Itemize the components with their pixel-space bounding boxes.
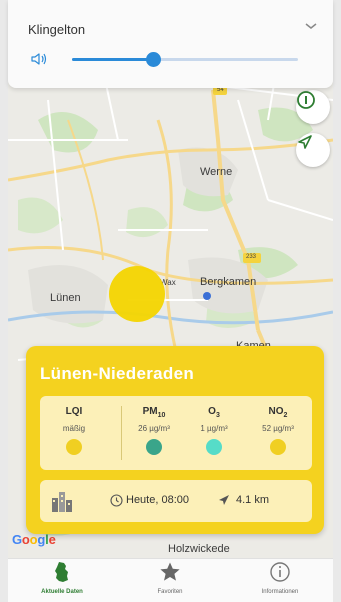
map-label-holzwickede: Holzwickede (168, 543, 230, 555)
value-text: mäßig (62, 424, 86, 433)
station-distance: 4.1 km (236, 494, 270, 506)
map-label-bergkamen: Bergkamen (200, 276, 257, 288)
value-o3: O3 1 µg/m³ (184, 406, 244, 455)
status-dot (270, 439, 286, 455)
nav-label-information: Informationen (261, 589, 299, 595)
locate-button[interactable] (296, 133, 330, 167)
value-text: 26 µg/m³ (138, 424, 170, 433)
volume-title: Klingelton (28, 22, 86, 37)
value-text: 52 µg/m³ (262, 424, 294, 433)
volume-slider-thumb[interactable] (146, 52, 162, 67)
value-no2: NO2 52 µg/m³ (248, 406, 308, 455)
status-dot (66, 439, 82, 455)
station-card[interactable]: Lünen-Niederaden LQI mäßig PM10 26 µg/m³… (26, 346, 324, 534)
pollutant-values-box: LQI mäßig PM10 26 µg/m³ O3 1 µg/m³ NO2 5… (40, 396, 312, 470)
nav-item-favorites[interactable]: Favoriten (120, 561, 220, 601)
value-label: NO2 (268, 406, 288, 419)
nav-item-information[interactable]: Informationen (230, 561, 330, 601)
volume-slider-fill (72, 58, 154, 61)
road-shield-233-label: 233 (246, 254, 257, 260)
distance-arrow-icon (219, 495, 229, 505)
status-dot (206, 439, 222, 455)
info-icon (297, 91, 315, 109)
value-label: O3 (208, 406, 220, 419)
germany-map-icon (55, 562, 68, 582)
nav-item-current-data[interactable]: Aktuelle Daten (12, 561, 112, 601)
value-pm10: PM10 26 µg/m³ (124, 406, 184, 455)
chevron-down-icon[interactable] (303, 20, 319, 32)
speaker-icon[interactable] (30, 50, 48, 68)
volume-slider[interactable] (72, 52, 298, 67)
star-icon (160, 562, 180, 581)
station-info-box: Heute, 08:00 4.1 km (40, 480, 312, 522)
status-dot (146, 439, 162, 455)
location-arrow-icon (298, 135, 312, 149)
clock-icon (110, 494, 123, 507)
nav-label-favorites: Favoriten (157, 589, 183, 595)
info-map-button[interactable] (296, 90, 330, 124)
value-lqi: LQI mäßig (44, 406, 104, 455)
value-label: PM10 (142, 406, 166, 419)
value-text: 1 µg/m³ (200, 424, 228, 433)
station-marker[interactable] (109, 266, 165, 322)
value-label: LQI (65, 406, 83, 417)
google-logo: Google (12, 532, 56, 547)
bottom-navigation: Aktuelle Daten Favoriten Informationen (8, 558, 333, 602)
app-screen: 54 233 Werne Lünen Wax Bergkamen Kamen H… (0, 0, 341, 602)
ringtone-volume-panel: Klingelton (8, 0, 333, 88)
measurement-time: Heute, 08:00 (126, 494, 189, 506)
nav-label-current-data: Aktuelle Daten (41, 589, 83, 595)
values-divider (121, 406, 122, 460)
info-icon (270, 562, 290, 582)
map-label-werne: Werne (200, 166, 233, 178)
station-building-icon (52, 492, 72, 512)
map-label-luenen: Lünen (50, 292, 81, 304)
station-name: Lünen-Niederaden (40, 364, 195, 383)
